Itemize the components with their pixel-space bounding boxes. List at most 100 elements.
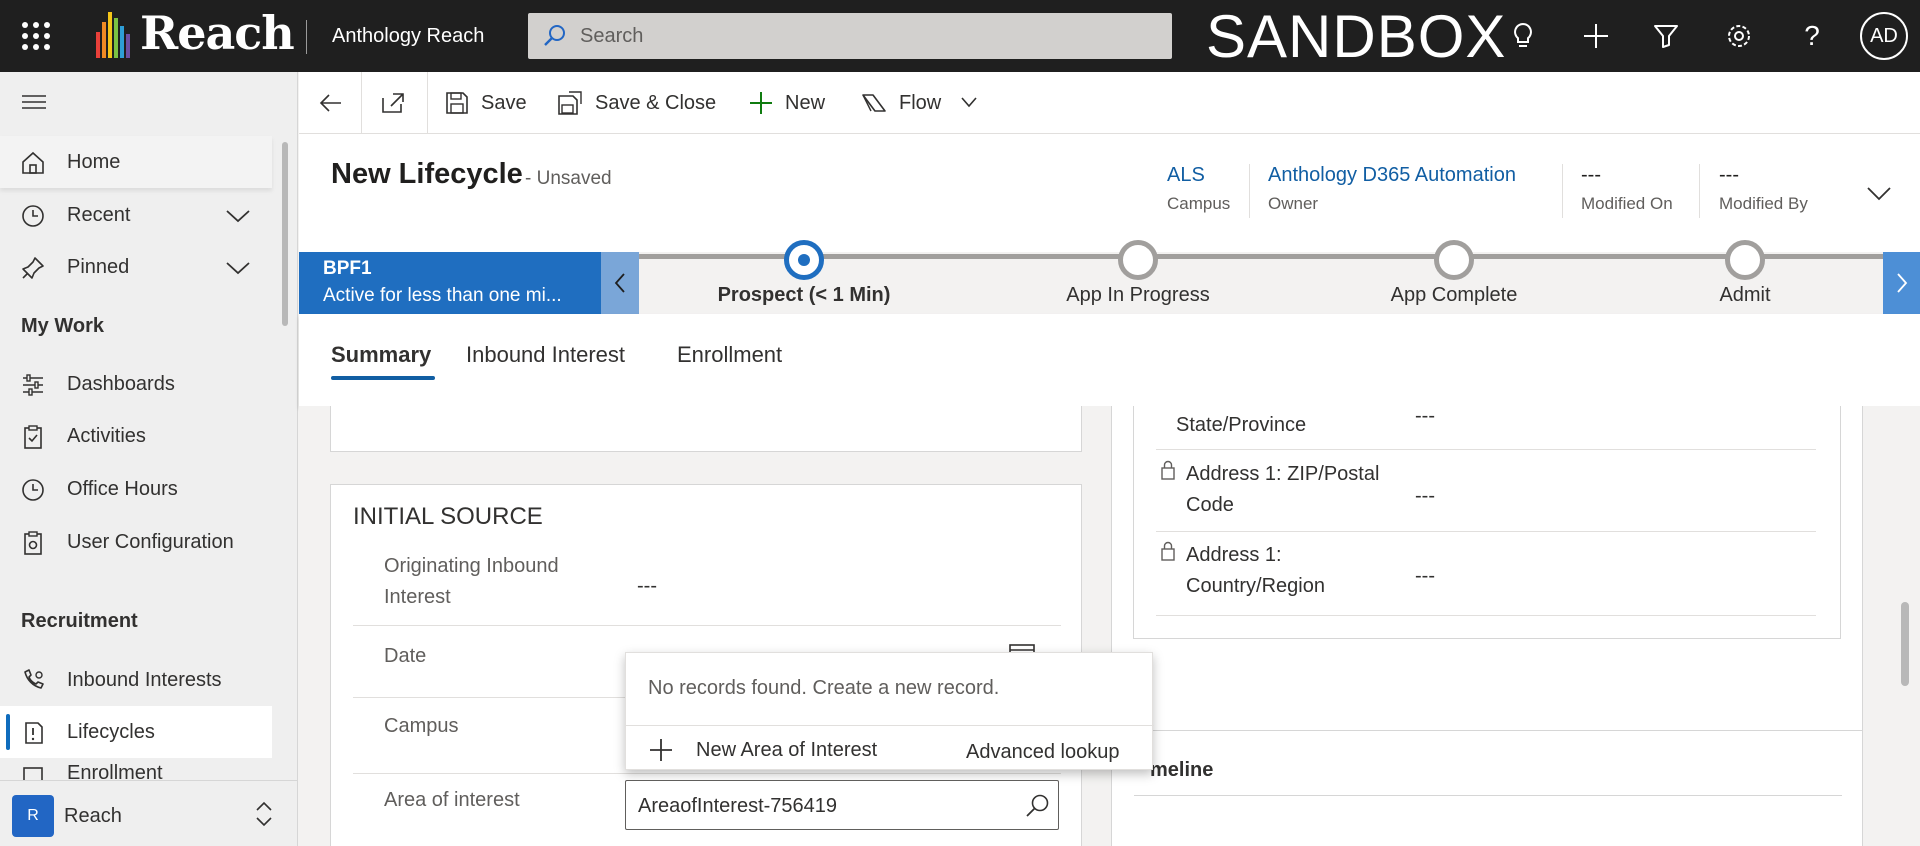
back-arrow-icon xyxy=(319,94,341,112)
app-launcher-icon[interactable] xyxy=(20,20,52,52)
date-label: Date xyxy=(384,645,427,667)
timeline-section: meline xyxy=(1111,730,1863,846)
area-of-interest-lookup-input[interactable]: AreaofInterest-756419 xyxy=(625,780,1059,830)
flow-label: Flow xyxy=(899,91,942,114)
sidebar-item-label: Activities xyxy=(67,424,146,447)
tab-summary[interactable]: Summary xyxy=(331,342,431,368)
topbar-divider xyxy=(306,20,307,54)
campus-label: Campus xyxy=(384,715,459,737)
stage-app-complete-label[interactable]: App Complete xyxy=(1391,284,1518,307)
sitemap-sidebar: Home Recent Pinned My Work Dashboards Ac… xyxy=(0,72,298,846)
save-button[interactable]: Save xyxy=(445,82,527,124)
sidebar-scrollbar[interactable] xyxy=(282,142,288,326)
stage-prospect-dot[interactable] xyxy=(784,240,824,280)
advanced-lookup-link[interactable]: Advanced lookup xyxy=(966,741,1119,764)
address-country-value[interactable]: --- xyxy=(1415,565,1435,588)
sidebar-item-label: Dashboards xyxy=(67,372,175,395)
top-bar: Reach Anthology Reach Search SANDBOX ? A… xyxy=(0,0,1920,72)
address-state-value[interactable]: --- xyxy=(1415,406,1435,428)
lookup-results-flyout: No records found. Create a new record. N… xyxy=(625,652,1154,770)
clock-icon xyxy=(22,479,44,501)
help-icon[interactable]: ? xyxy=(1792,16,1832,56)
sidebar-item-enrollment[interactable]: Enrollment xyxy=(0,758,272,780)
originating-inbound-interest-value[interactable]: --- xyxy=(637,575,657,598)
home-icon xyxy=(22,151,44,174)
plus-icon[interactable] xyxy=(1576,16,1616,56)
new-button[interactable]: New xyxy=(749,82,825,124)
tab-enrollment[interactable]: Enrollment xyxy=(677,342,782,368)
address-zip-label: Address 1: ZIP/Postal Code xyxy=(1186,463,1380,516)
filter-icon[interactable] xyxy=(1646,16,1686,56)
bpf-process-flyout[interactable]: BPF1 Active for less than one mi... xyxy=(299,252,601,314)
pin-icon xyxy=(22,257,44,279)
header-campus-link[interactable]: ALS xyxy=(1167,164,1205,187)
open-new-window-button[interactable] xyxy=(381,82,417,124)
chevron-up-down-icon[interactable] xyxy=(252,799,276,829)
bpf-stage-track: Prospect (< 1 Min) App In Progress App C… xyxy=(639,240,1883,306)
chevron-down-icon[interactable] xyxy=(224,203,252,227)
save-icon xyxy=(446,92,468,114)
lock-icon xyxy=(1161,460,1175,480)
stage-app-in-progress-dot[interactable] xyxy=(1118,240,1158,280)
field-divider xyxy=(353,625,1061,626)
search-icon[interactable] xyxy=(1024,793,1050,819)
section-card-top xyxy=(330,406,1082,452)
hamburger-menu-icon[interactable] xyxy=(22,94,46,110)
sidebar-item-label: Pinned xyxy=(67,255,130,278)
app-name[interactable]: Anthology Reach xyxy=(332,25,484,48)
lookup-input-value: AreaofInterest-756419 xyxy=(638,795,838,817)
stage-admit-dot[interactable] xyxy=(1725,240,1765,280)
sidebar-item-inbound-interests[interactable]: Inbound Interests xyxy=(0,654,272,706)
chevron-down-icon[interactable] xyxy=(224,255,252,279)
address-state-label: Address 1: State/Province xyxy=(1176,414,1307,436)
form-scrollbar[interactable] xyxy=(1901,602,1909,686)
address-zip-value[interactable]: --- xyxy=(1415,485,1435,508)
chevron-down-icon[interactable] xyxy=(1865,182,1893,204)
stage-app-complete-dot[interactable] xyxy=(1434,240,1474,280)
reach-logo-icon xyxy=(96,12,130,58)
command-divider xyxy=(427,72,428,134)
selected-indicator xyxy=(6,714,10,750)
timeline-title: meline xyxy=(1150,759,1214,781)
sidebar-item-label: Home xyxy=(67,150,121,173)
address-country-label: Address 1: Country/Region xyxy=(1186,544,1325,597)
business-process-flow: BPF1 Active for less than one mi... Pros… xyxy=(299,240,1920,314)
header-modified-on-value: --- xyxy=(1581,164,1601,186)
global-search-box[interactable]: Search xyxy=(528,13,1172,59)
command-divider xyxy=(361,72,362,134)
bpf-previous-button[interactable] xyxy=(601,252,639,314)
sidebar-section-my-work: My Work xyxy=(21,315,104,337)
flow-button[interactable]: Flow xyxy=(861,82,941,124)
sidebar-item-label: Enrollment xyxy=(67,762,163,780)
user-avatar[interactable]: AD xyxy=(1860,12,1908,60)
bpf-next-button[interactable] xyxy=(1883,252,1920,314)
search-placeholder: Search xyxy=(580,25,644,47)
sidebar-item-office-hours[interactable]: Office Hours xyxy=(0,463,272,515)
address-subsection: Address 1: State/Province --- Address 1:… xyxy=(1133,406,1841,639)
stage-prospect-label[interactable]: Prospect (< 1 Min) xyxy=(718,284,891,307)
sidebar-item-user-configuration[interactable]: User Configuration xyxy=(0,516,272,568)
record-save-status: - Unsaved xyxy=(525,168,612,189)
sidebar-item-dashboards[interactable]: Dashboards xyxy=(0,358,272,410)
settings-gear-icon[interactable] xyxy=(1719,16,1759,56)
area-switcher[interactable]: R Reach xyxy=(0,780,297,846)
sidebar-item-lifecycles[interactable]: Lifecycles xyxy=(0,706,272,758)
save-and-close-button[interactable]: Save & Close xyxy=(557,82,716,124)
sidebar-item-label: User Configuration xyxy=(67,530,234,553)
sidebar-item-pinned[interactable]: Pinned xyxy=(0,241,272,293)
chevron-down-icon[interactable] xyxy=(959,94,979,110)
sidebar-item-recent[interactable]: Recent xyxy=(0,189,272,241)
tab-inbound-interest[interactable]: Inbound Interest xyxy=(466,342,625,368)
sidebar-item-activities[interactable]: Activities xyxy=(0,410,272,462)
new-area-of-interest-button[interactable]: New Area of Interest xyxy=(648,733,877,767)
header-owner-link[interactable]: Anthology D365 Automation xyxy=(1268,164,1516,187)
stage-app-in-progress-label[interactable]: App In Progress xyxy=(1066,284,1209,307)
no-records-message: No records found. Create a new record. xyxy=(648,677,1000,699)
stage-admit-label[interactable]: Admit xyxy=(1719,284,1770,307)
record-header: New Lifecycle - Unsaved ALS Campus Antho… xyxy=(299,134,1920,252)
sidebar-item-home[interactable]: Home xyxy=(0,136,272,188)
form-tabs: Summary Inbound Interest Enrollment xyxy=(299,314,1920,406)
lightbulb-icon[interactable] xyxy=(1503,16,1543,56)
back-button[interactable] xyxy=(319,82,355,124)
environment-label: SANDBOX xyxy=(1206,3,1507,70)
